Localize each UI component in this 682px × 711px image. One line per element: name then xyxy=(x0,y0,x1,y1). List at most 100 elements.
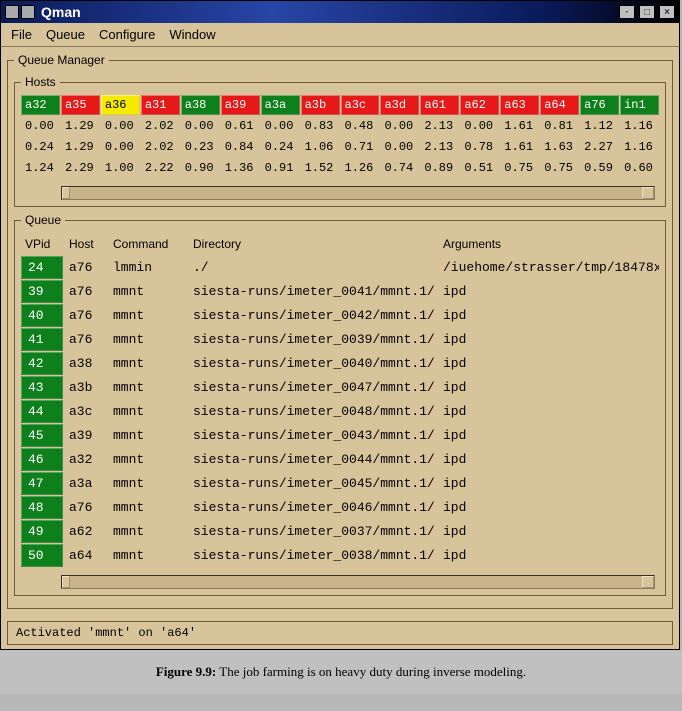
host-a35[interactable]: a35 xyxy=(61,95,100,115)
queue-manager-legend: Queue Manager xyxy=(14,53,109,67)
directory-cell: siesta-runs/imeter_0040/mmnt.1/ xyxy=(189,354,439,373)
host-a76[interactable]: a76 xyxy=(580,95,619,115)
figure-caption: Figure 9.9: The job farming is on heavy … xyxy=(0,650,682,694)
directory-cell: siesta-runs/imeter_0039/mmnt.1/ xyxy=(189,330,439,349)
queue-row[interactable]: 24a76lmmin.//iuehome/strasser/tmp/18478x… xyxy=(21,255,659,279)
host-a3c[interactable]: a3c xyxy=(341,95,380,115)
arguments-cell: ipd xyxy=(439,354,659,373)
host-a63[interactable]: a63 xyxy=(500,95,539,115)
queue-manager-group: Queue Manager Hosts a32a35a36a31a38a39a3… xyxy=(7,53,673,609)
load-value: 0.78 xyxy=(460,137,499,157)
host-a36[interactable]: a36 xyxy=(101,95,140,115)
scrollbar-thumb[interactable] xyxy=(62,576,70,588)
queue-body: 24a76lmmin.//iuehome/strasser/tmp/18478x… xyxy=(21,255,659,567)
load-value: 0.00 xyxy=(380,137,419,157)
scrollbar-right-arrow-icon[interactable] xyxy=(642,187,654,199)
load-value: 0.90 xyxy=(181,158,220,178)
vpid-cell[interactable]: 40 xyxy=(21,304,63,327)
load-value: 2.27 xyxy=(580,137,619,157)
arguments-cell: ipd xyxy=(439,306,659,325)
scrollbar-thumb[interactable] xyxy=(62,187,70,199)
queue-row[interactable]: 46a32mmntsiesta-runs/imeter_0044/mmnt.1/… xyxy=(21,447,659,471)
host-a3a[interactable]: a3a xyxy=(261,95,300,115)
menu-file[interactable]: File xyxy=(11,27,32,42)
vpid-cell[interactable]: 41 xyxy=(21,328,63,351)
queue-row[interactable]: 40a76mmntsiesta-runs/imeter_0042/mmnt.1/… xyxy=(21,303,659,327)
vpid-cell[interactable]: 46 xyxy=(21,448,63,471)
host-a3d[interactable]: a3d xyxy=(380,95,419,115)
vpid-cell[interactable]: 39 xyxy=(21,280,63,303)
load-value: 1.24 xyxy=(21,158,60,178)
vpid-cell[interactable]: 48 xyxy=(21,496,63,519)
menu-window[interactable]: Window xyxy=(169,27,215,42)
vpid-cell[interactable]: 45 xyxy=(21,424,63,447)
hosts-hscrollbar[interactable] xyxy=(61,186,655,200)
menubar: File Queue Configure Window xyxy=(1,23,679,47)
queue-row[interactable]: 42a38mmntsiesta-runs/imeter_0040/mmnt.1/… xyxy=(21,351,659,375)
arguments-cell: ipd xyxy=(439,546,659,565)
load-value: 1.26 xyxy=(341,158,380,178)
host-a39[interactable]: a39 xyxy=(221,95,260,115)
load-value: 1.29 xyxy=(61,137,100,157)
host-a61[interactable]: a61 xyxy=(420,95,459,115)
command-cell: mmnt xyxy=(109,402,189,421)
vpid-cell[interactable]: 49 xyxy=(21,520,63,543)
host-in1[interactable]: in1 xyxy=(620,95,659,115)
host-cell: a76 xyxy=(65,330,109,349)
queue-row[interactable]: 41a76mmntsiesta-runs/imeter_0039/mmnt.1/… xyxy=(21,327,659,351)
arguments-cell: ipd xyxy=(439,426,659,445)
queue-row[interactable]: 45a39mmntsiesta-runs/imeter_0043/mmnt.1/… xyxy=(21,423,659,447)
host-a38[interactable]: a38 xyxy=(181,95,220,115)
close-button[interactable]: × xyxy=(659,5,675,19)
hosts-legend: Hosts xyxy=(21,75,60,89)
load-value: 0.00 xyxy=(101,116,140,136)
menu-configure[interactable]: Configure xyxy=(99,27,155,42)
queue-row[interactable]: 44a3cmmntsiesta-runs/imeter_0048/mmnt.1/… xyxy=(21,399,659,423)
queue-row[interactable]: 43a3bmmntsiesta-runs/imeter_0047/mmnt.1/… xyxy=(21,375,659,399)
host-a62[interactable]: a62 xyxy=(460,95,499,115)
content-area: Queue Manager Hosts a32a35a36a31a38a39a3… xyxy=(1,47,679,619)
app-window: Qman · □ × File Queue Configure Window Q… xyxy=(0,0,680,650)
vpid-cell[interactable]: 50 xyxy=(21,544,63,567)
queue-row[interactable]: 49a62mmntsiesta-runs/imeter_0037/mmnt.1/… xyxy=(21,519,659,543)
window-title: Qman xyxy=(41,4,81,20)
load-value: 2.13 xyxy=(420,137,459,157)
vpid-cell[interactable]: 43 xyxy=(21,376,63,399)
queue-hscrollbar[interactable] xyxy=(61,575,655,589)
load-value: 0.48 xyxy=(341,116,380,136)
vpid-cell[interactable]: 47 xyxy=(21,472,63,495)
load-value: 1.61 xyxy=(500,116,539,136)
queue-row[interactable]: 39a76mmntsiesta-runs/imeter_0041/mmnt.1/… xyxy=(21,279,659,303)
pin-icon[interactable] xyxy=(21,5,35,19)
queue-legend: Queue xyxy=(21,213,65,227)
directory-cell: siesta-runs/imeter_0043/mmnt.1/ xyxy=(189,426,439,445)
load-value: 1.29 xyxy=(61,116,100,136)
col-arguments: Arguments xyxy=(439,235,659,253)
load-value: 0.89 xyxy=(420,158,459,178)
maximize-button[interactable]: □ xyxy=(639,5,655,19)
host-a31[interactable]: a31 xyxy=(141,95,180,115)
vpid-cell[interactable]: 42 xyxy=(21,352,63,375)
load-value: 0.00 xyxy=(261,116,300,136)
load-value: 1.12 xyxy=(580,116,619,136)
host-a64[interactable]: a64 xyxy=(540,95,579,115)
minimize-button[interactable]: · xyxy=(619,5,635,19)
queue-row[interactable]: 50a64mmntsiesta-runs/imeter_0038/mmnt.1/… xyxy=(21,543,659,567)
host-cell: a3a xyxy=(65,474,109,493)
host-a3b[interactable]: a3b xyxy=(301,95,340,115)
load-value: 1.06 xyxy=(301,137,340,157)
queue-row[interactable]: 47a3ammntsiesta-runs/imeter_0045/mmnt.1/… xyxy=(21,471,659,495)
queue-row[interactable]: 48a76mmntsiesta-runs/imeter_0046/mmnt.1/… xyxy=(21,495,659,519)
scrollbar-right-arrow-icon[interactable] xyxy=(642,576,654,588)
command-cell: mmnt xyxy=(109,282,189,301)
host-a32[interactable]: a32 xyxy=(21,95,60,115)
hosts-grid: a32a35a36a31a38a39a3aa3ba3ca3da61a62a63a… xyxy=(21,95,659,178)
command-cell: mmnt xyxy=(109,498,189,517)
host-cell: a64 xyxy=(65,546,109,565)
command-cell: mmnt xyxy=(109,522,189,541)
vpid-cell[interactable]: 44 xyxy=(21,400,63,423)
titlebar[interactable]: Qman · □ × xyxy=(1,1,679,23)
window-menu-icon[interactable] xyxy=(5,5,19,19)
menu-queue[interactable]: Queue xyxy=(46,27,85,42)
vpid-cell[interactable]: 24 xyxy=(21,256,63,279)
